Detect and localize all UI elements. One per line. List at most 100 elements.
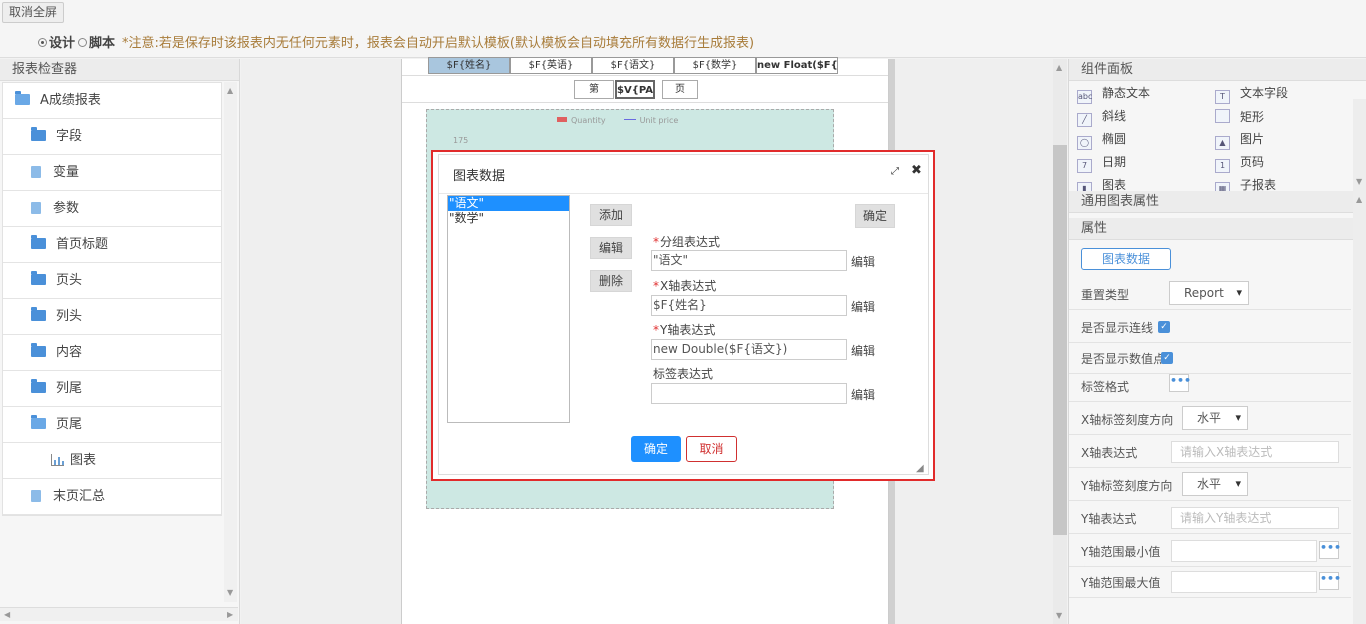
page-prefix-cell[interactable]: 第: [574, 80, 614, 99]
tree-item[interactable]: 图表: [3, 443, 221, 479]
scroll-up-icon[interactable]: ▲: [1056, 63, 1062, 72]
checkbox-icon[interactable]: ✓: [1158, 321, 1170, 333]
scroll-right-icon[interactable]: ▶: [227, 610, 233, 619]
inspector-title: 报表检查器: [0, 59, 239, 81]
script-label[interactable]: 脚本: [89, 36, 115, 51]
property-label: Y轴标签刻度方向: [1081, 479, 1173, 493]
component-label: 文本字段: [1240, 86, 1289, 100]
scroll-up-icon[interactable]: ▲: [1356, 195, 1362, 204]
property-row: 重置类型 Report: [1069, 277, 1351, 310]
tree-item-label: 列头: [56, 309, 83, 324]
tree-item[interactable]: 内容: [3, 335, 221, 371]
property-input[interactable]: [1171, 571, 1317, 593]
component-ellipse[interactable]: ◯ 椭圆: [1077, 130, 1126, 150]
edit-button[interactable]: 编辑: [590, 237, 632, 259]
property-input[interactable]: 请输入X轴表达式: [1171, 441, 1339, 463]
property-label: 是否显示数值点: [1081, 352, 1166, 366]
tree-item[interactable]: 列头: [3, 299, 221, 335]
cancel-button[interactable]: 取消: [686, 436, 737, 462]
field-label-text: 分组表达式: [660, 235, 721, 249]
property-select[interactable]: 水平: [1182, 406, 1248, 430]
component-text-field[interactable]: T 文本字段: [1215, 84, 1289, 104]
component-image[interactable]: ▲ 图片: [1215, 130, 1264, 150]
property-select[interactable]: 水平: [1182, 472, 1248, 496]
tree-item[interactable]: 末页汇总: [3, 479, 221, 515]
chart-data-button[interactable]: 图表数据: [1081, 248, 1171, 270]
page-number-icon: 1: [1215, 159, 1230, 173]
property-input[interactable]: 请输入Y轴表达式: [1171, 507, 1339, 529]
tree-item[interactable]: A成绩报表: [3, 83, 221, 119]
resize-handle-icon[interactable]: ◢: [916, 463, 924, 474]
scroll-left-icon[interactable]: ◀: [4, 610, 10, 619]
design-label[interactable]: 设计: [49, 36, 75, 51]
component-date[interactable]: 7 日期: [1077, 153, 1126, 173]
close-icon[interactable]: ✖: [911, 163, 922, 178]
line-icon: ╱: [1077, 113, 1092, 127]
tree-item[interactable]: 列尾: [3, 371, 221, 407]
property-label: X轴标签刻度方向: [1081, 413, 1174, 427]
inspector-horizontal-scrollbar[interactable]: ◀ ▶: [0, 607, 238, 621]
more-options-icon[interactable]: •••: [1319, 541, 1341, 559]
inspector-vertical-scrollbar[interactable]: ▲ ▼: [224, 82, 237, 602]
series-list[interactable]: "语文" "数学": [447, 195, 570, 423]
page-variable-cell[interactable]: $V{PAGE: [615, 80, 655, 99]
scroll-down-icon[interactable]: ▼: [227, 588, 233, 597]
canvas-scroll-thumb[interactable]: [1053, 145, 1067, 535]
series-item[interactable]: "数学": [448, 211, 569, 226]
expression-input[interactable]: $F{姓名}: [651, 295, 847, 316]
page-suffix-cell[interactable]: 页: [662, 80, 698, 99]
edit-expression-link[interactable]: 编辑: [851, 253, 875, 270]
folder-open-icon: [15, 91, 30, 105]
more-options-icon[interactable]: •••: [1319, 572, 1341, 590]
tree-item[interactable]: 变量: [3, 155, 221, 191]
component-rectangle[interactable]: 矩形: [1215, 107, 1264, 125]
tree-item-label: 变量: [53, 165, 80, 180]
component-panel-title: 组件面板: [1069, 59, 1366, 81]
component-label: 图表: [1102, 178, 1127, 192]
column-cell[interactable]: $F{数学}: [674, 57, 756, 74]
edit-expression-link[interactable]: 编辑: [851, 386, 875, 403]
exit-fullscreen-button[interactable]: 取消全屏: [2, 2, 65, 23]
maximize-icon[interactable]: ⤢: [891, 166, 899, 177]
scroll-down-icon[interactable]: ▼: [1356, 177, 1362, 186]
dialog-title: 图表数据: [453, 169, 506, 184]
general-chart-props-header[interactable]: 通用图表属性: [1069, 191, 1353, 213]
field-label-text: Y轴表达式: [660, 323, 716, 337]
chart-data-dialog: 图表数据 ⤢ ✖ "语文" "数学" 添加 编辑 删除 确定 *分组表达式 "语文"…: [438, 154, 929, 475]
scroll-down-icon[interactable]: ▼: [1056, 611, 1062, 620]
edit-expression-link[interactable]: 编辑: [851, 298, 875, 315]
script-radio[interactable]: [78, 38, 88, 47]
expression-input[interactable]: "语文": [651, 250, 847, 271]
column-cell[interactable]: $F{姓名}: [428, 57, 510, 74]
component-label: 静态文本: [1102, 86, 1151, 100]
column-cell[interactable]: $F{英语}: [510, 57, 592, 74]
tree-item[interactable]: 页尾: [3, 407, 221, 443]
more-options-icon[interactable]: •••: [1169, 374, 1191, 392]
expression-input[interactable]: [651, 383, 847, 404]
properties-scrollbar[interactable]: ▼ ▲: [1353, 99, 1366, 624]
checkbox-icon[interactable]: ✓: [1161, 352, 1173, 364]
tree-item[interactable]: 参数: [3, 191, 221, 227]
series-item[interactable]: "语文": [448, 196, 569, 211]
delete-button[interactable]: 删除: [590, 270, 632, 292]
tree-item[interactable]: 字段: [3, 119, 221, 155]
scroll-up-icon[interactable]: ▲: [227, 86, 233, 95]
design-radio[interactable]: [38, 38, 47, 47]
text-field-icon: T: [1215, 90, 1230, 104]
component-page-number[interactable]: 1 页码: [1215, 153, 1264, 173]
expression-input[interactable]: new Double($F{语文}): [651, 339, 847, 360]
inspector-tree: A成绩报表 字段变量参数 首页标题 页头列头内容 列尾 页尾 图表 末页汇总: [2, 82, 222, 516]
tree-item[interactable]: 首页标题: [3, 227, 221, 263]
property-select[interactable]: Report: [1169, 281, 1249, 305]
edit-expression-link[interactable]: 编辑: [851, 342, 875, 359]
property-row: Y轴标签刻度方向 水平: [1069, 468, 1351, 501]
ok-button[interactable]: 确定: [631, 436, 681, 462]
component-static-text[interactable]: abc 静态文本: [1077, 84, 1151, 104]
tree-item[interactable]: 页头: [3, 263, 221, 299]
confirm-series-button[interactable]: 确定: [855, 204, 895, 228]
add-button[interactable]: 添加: [590, 204, 632, 226]
property-input[interactable]: [1171, 540, 1317, 562]
component-line[interactable]: ╱ 斜线: [1077, 107, 1126, 127]
column-cell[interactable]: $F{语文}: [592, 57, 674, 74]
column-cell[interactable]: new Float($F{语: [756, 57, 838, 74]
